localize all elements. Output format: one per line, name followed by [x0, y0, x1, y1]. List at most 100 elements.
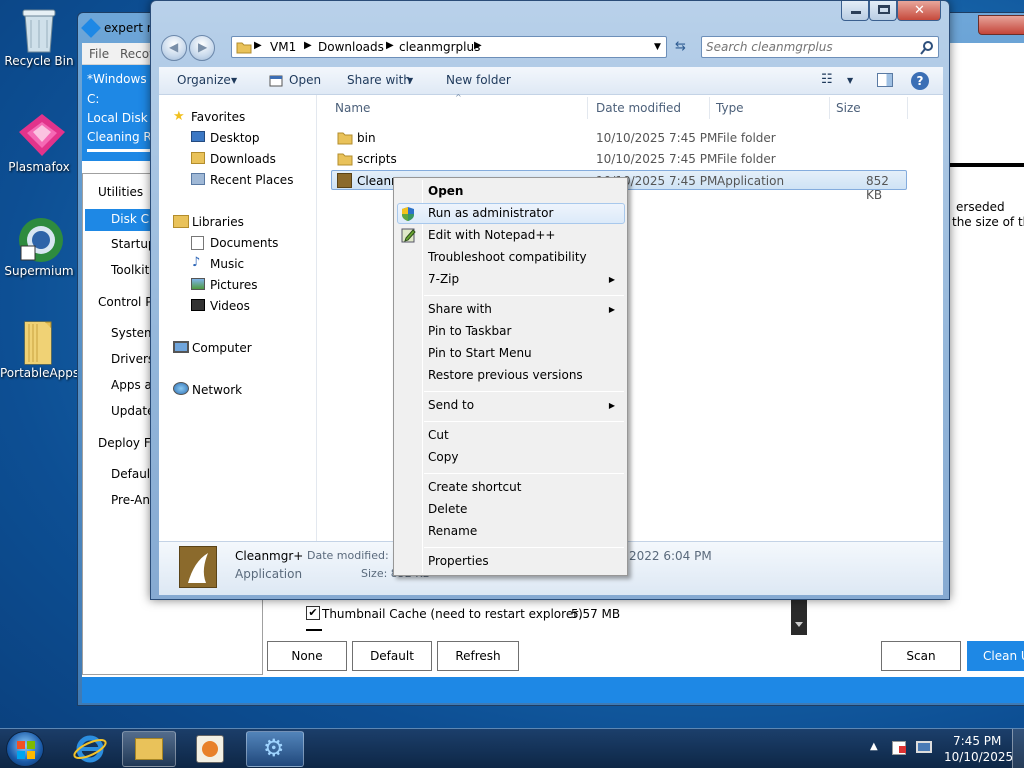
- menu-item-pin-taskbar[interactable]: Pin to Taskbar: [428, 324, 511, 338]
- context-menu: Open Run as administrator Edit with Note…: [393, 177, 628, 576]
- menu-item-7zip[interactable]: 7-Zip: [428, 272, 459, 286]
- sidebar-item-drivers[interactable]: Drivers: [111, 352, 154, 366]
- details-name: Cleanmgr+: [235, 549, 304, 563]
- libraries-icon: [173, 215, 189, 228]
- menu-item-create-shortcut[interactable]: Create shortcut: [428, 480, 521, 494]
- sidebar-item-default[interactable]: Default: [111, 467, 155, 481]
- clean-up-button[interactable]: Clean Up: [967, 641, 1024, 671]
- menu-item-edit-notepad[interactable]: Edit with Notepad++: [428, 228, 555, 242]
- address-dropdown-icon[interactable]: ▼: [654, 42, 661, 52]
- desktop-icon-recycle-bin[interactable]: Recycle Bin: [0, 6, 78, 68]
- close-button[interactable]: ✕: [897, 1, 941, 21]
- refresh-button[interactable]: Refresh: [437, 641, 519, 671]
- nav-computer[interactable]: Computer: [192, 341, 252, 355]
- scan-button[interactable]: Scan: [881, 641, 961, 671]
- new-folder-button[interactable]: New folder: [446, 73, 511, 87]
- plasmafox-icon: [17, 112, 65, 158]
- nav-documents[interactable]: Documents: [210, 236, 278, 250]
- nav-libraries[interactable]: Libraries: [192, 215, 244, 229]
- show-desktop-button[interactable]: [1012, 729, 1024, 768]
- maximize-button[interactable]: [869, 1, 897, 21]
- downloads-icon: [191, 152, 205, 164]
- sidebar-item-toolkit[interactable]: Toolkit: [111, 263, 149, 277]
- search-box[interactable]: [701, 36, 939, 58]
- action-center-flag-icon[interactable]: [892, 741, 906, 755]
- search-icon[interactable]: [920, 41, 934, 55]
- menu-item-pin-start-menu[interactable]: Pin to Start Menu: [428, 346, 532, 360]
- menu-item-open[interactable]: Open: [428, 184, 463, 198]
- menu-file[interactable]: File: [89, 47, 109, 61]
- menu-item-troubleshoot[interactable]: Troubleshoot compatibility: [428, 250, 587, 264]
- submenu-arrow-icon: ▶: [608, 401, 615, 410]
- breadcrumb-cleaning: Cleaning Re: [87, 130, 159, 144]
- documents-icon: [191, 236, 204, 250]
- share-with-button[interactable]: Share with: [347, 73, 411, 87]
- organize-button[interactable]: Organize: [177, 73, 231, 87]
- menu-item-delete[interactable]: Delete: [428, 502, 467, 516]
- preview-pane-icon[interactable]: [877, 73, 893, 87]
- minimize-button[interactable]: [841, 1, 869, 21]
- scrollbar[interactable]: [791, 597, 807, 635]
- show-hidden-icons[interactable]: ▲: [870, 741, 878, 752]
- menu-item-copy[interactable]: Copy: [428, 450, 458, 464]
- column-date-modified[interactable]: Date modified: [596, 101, 681, 115]
- menu-item-send-to[interactable]: Send to: [428, 398, 474, 412]
- nav-recent-places[interactable]: Recent Places: [210, 173, 293, 187]
- column-name[interactable]: Name: [335, 101, 370, 115]
- default-button[interactable]: Default: [352, 641, 432, 671]
- column-size[interactable]: Size: [836, 101, 861, 115]
- clock-time[interactable]: 7:45 PM: [953, 734, 1001, 748]
- thumbnail-cache-checkbox[interactable]: ✔: [306, 606, 320, 620]
- nav-favorites[interactable]: Favorites: [191, 110, 245, 124]
- desktop-icon-label: PortableApps: [0, 366, 80, 380]
- app-icon: [81, 18, 101, 38]
- nav-videos[interactable]: Videos: [210, 299, 250, 313]
- breadcrumb-downloads[interactable]: Downloads: [318, 40, 384, 54]
- help-icon[interactable]: ?: [911, 72, 929, 90]
- close-button[interactable]: [978, 15, 1024, 35]
- play-icon: [202, 741, 218, 757]
- recent-places-icon: [191, 173, 205, 185]
- desktop-icon-portableapps[interactable]: PortableApps: [0, 318, 80, 380]
- menu-item-restore-previous[interactable]: Restore previous versions: [428, 368, 583, 382]
- breadcrumb-vm1[interactable]: VM1: [270, 40, 296, 54]
- desktop-icon-label: Plasmafox: [8, 160, 70, 174]
- menu-item-run-as-administrator[interactable]: Run as administrator: [428, 206, 553, 220]
- desktop-icon-plasmafox[interactable]: Plasmafox: [0, 112, 78, 174]
- menu-item-rename[interactable]: Rename: [428, 524, 477, 538]
- back-button[interactable]: ◀: [161, 35, 187, 61]
- file-row-bin[interactable]: bin 10/10/2025 7:45 PM File folder: [331, 128, 907, 148]
- nav-desktop[interactable]: Desktop: [210, 131, 260, 145]
- refresh-icon[interactable]: ⇆: [675, 39, 686, 54]
- explorer-taskbar-button[interactable]: [122, 731, 176, 767]
- menu-item-properties[interactable]: Properties: [428, 554, 489, 568]
- address-bar[interactable]: ▶ VM1 ▶ Downloads ▶ cleanmgrplus ▶ ▼: [231, 36, 667, 58]
- notepad-plus-plus-icon: [401, 228, 416, 243]
- sidebar-item-startup[interactable]: Startup: [111, 237, 156, 251]
- cleanmgr-taskbar-button[interactable]: ⚙: [246, 731, 304, 767]
- search-input[interactable]: [706, 39, 906, 55]
- file-date: 10/10/2025 7:45 PM: [596, 131, 718, 145]
- column-type[interactable]: Type: [716, 101, 744, 115]
- menu-item-share-with[interactable]: Share with: [428, 302, 492, 316]
- open-button[interactable]: Open: [289, 73, 321, 87]
- details-date-label: Date modified: 1: [307, 549, 400, 562]
- media-player-taskbar-button[interactable]: [196, 735, 224, 763]
- breadcrumb-cleanmgrplus[interactable]: cleanmgrplus: [399, 40, 480, 54]
- uac-shield-icon: [402, 207, 414, 221]
- menu-item-cut[interactable]: Cut: [428, 428, 449, 442]
- start-button[interactable]: [6, 731, 44, 767]
- network-icon: [173, 382, 189, 395]
- view-options-icon[interactable]: ☷: [821, 72, 833, 87]
- desktop-icon-supermium[interactable]: Supermium: [0, 216, 78, 278]
- file-row-scripts[interactable]: scripts 10/10/2025 7:45 PM File folder: [331, 149, 907, 169]
- nav-downloads[interactable]: Downloads: [210, 152, 276, 166]
- clock-date[interactable]: 10/10/2025: [944, 750, 1013, 764]
- forward-button[interactable]: ▶: [189, 35, 215, 61]
- network-tray-icon[interactable]: [916, 741, 932, 753]
- internet-explorer-taskbar-button[interactable]: [72, 733, 108, 765]
- nav-network[interactable]: Network: [192, 383, 242, 397]
- none-button[interactable]: None: [267, 641, 347, 671]
- nav-pictures[interactable]: Pictures: [210, 278, 258, 292]
- nav-music[interactable]: Music: [210, 257, 244, 271]
